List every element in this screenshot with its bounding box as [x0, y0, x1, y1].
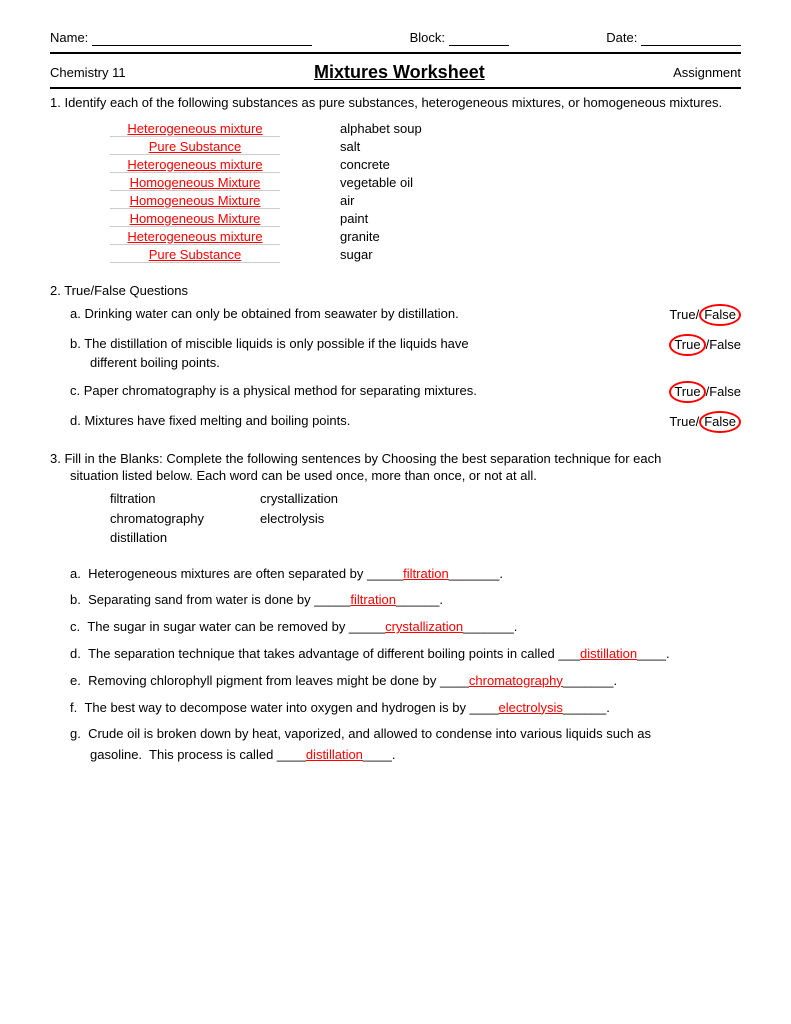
assignment-label: Assignment — [673, 65, 741, 80]
fill-question-row: e. Removing chlorophyll pigment from lea… — [70, 671, 741, 692]
header-top: Name: Block: Date: — [50, 30, 741, 46]
tf-question-text: a. Drinking water can only be obtained f… — [70, 304, 630, 324]
answer-blank: Pure Substance — [110, 139, 280, 155]
answer-blank: Homogeneous Mixture — [110, 175, 280, 191]
fill-answer: filtration — [403, 566, 449, 581]
answer-row: Pure Substance salt — [110, 139, 741, 155]
answer-blank: Pure Substance — [110, 247, 280, 263]
answer-row: Homogeneous Mixture vegetable oil — [110, 175, 741, 191]
answer-row: Pure Substance sugar — [110, 247, 741, 263]
fill-answer: distillation — [306, 747, 363, 762]
fill-question-row: f. The best way to decompose water into … — [70, 698, 741, 719]
substance-label: vegetable oil — [340, 175, 540, 190]
tf-section: a. Drinking water can only be obtained f… — [70, 304, 741, 434]
fill-blank-section: a. Heterogeneous mixtures are often sepa… — [70, 564, 741, 766]
date-label: Date: — [606, 30, 741, 46]
answer-row: Homogeneous Mixture air — [110, 193, 741, 209]
true-circled: True — [669, 381, 705, 403]
fill-answer: distillation — [580, 646, 637, 661]
name-label: Name: — [50, 30, 312, 46]
false-circled: False — [699, 411, 741, 433]
fill-answer: chromatography — [469, 673, 563, 688]
fill-answer: electrolysis — [499, 700, 563, 715]
tf-answer: True/False — [661, 381, 741, 403]
fill-question-row: g. Crude oil is broken down by heat, vap… — [70, 724, 741, 766]
answer-blank: Heterogeneous mixture — [110, 121, 280, 137]
section3-intro2: situation listed below. Each word can be… — [70, 468, 741, 483]
tf-question-text: b. The distillation of miscible liquids … — [70, 334, 630, 373]
fill-question-row: d. The separation technique that takes a… — [70, 644, 741, 665]
substance-label: alphabet soup — [340, 121, 540, 136]
tf-answer: True/False — [661, 304, 741, 326]
worksheet-title: Mixtures Worksheet — [126, 62, 673, 83]
answer-blank: Heterogeneous mixture — [110, 229, 280, 245]
course-label: Chemistry 11 — [50, 65, 126, 80]
tf-answer: True/False — [661, 334, 741, 356]
tf-question-row: b. The distillation of miscible liquids … — [70, 334, 741, 373]
section2: 2. True/False Questions a. Drinking wate… — [50, 283, 741, 434]
header-row: Chemistry 11 Mixtures Worksheet Assignme… — [50, 58, 741, 87]
word-bank: filtrationcrystallizationchromatographye… — [110, 491, 741, 550]
answer-blank: Homogeneous Mixture — [110, 193, 280, 209]
substance-label: concrete — [340, 157, 540, 172]
fill-question-row: a. Heterogeneous mixtures are often sepa… — [70, 564, 741, 585]
word-bank-item — [260, 530, 460, 550]
answer-blank: Homogeneous Mixture — [110, 211, 280, 227]
word-bank-item: crystallization — [260, 491, 460, 511]
section3-intro1: 3. Fill in the Blanks: Complete the foll… — [50, 451, 741, 466]
word-bank-item: electrolysis — [260, 511, 460, 531]
answer-row: Homogeneous Mixture paint — [110, 211, 741, 227]
true-circled: True — [669, 334, 705, 356]
fill-answer: filtration — [350, 592, 396, 607]
word-bank-item: filtration — [110, 491, 260, 511]
false-circled: False — [699, 304, 741, 326]
answer-row: Heterogeneous mixture concrete — [110, 157, 741, 173]
fill-question-row: c. The sugar in sugar water can be remov… — [70, 617, 741, 638]
word-bank-item: distillation — [110, 530, 260, 550]
substance-label: sugar — [340, 247, 540, 262]
section3: 3. Fill in the Blanks: Complete the foll… — [50, 451, 741, 766]
tf-question-row: d. Mixtures have fixed melting and boili… — [70, 411, 741, 433]
section1-question: 1. Identify each of the following substa… — [50, 93, 741, 113]
substance-label: salt — [340, 139, 540, 154]
substance-label: air — [340, 193, 540, 208]
word-bank-item: chromatography — [110, 511, 260, 531]
substance-label: granite — [340, 229, 540, 244]
answers-table: Heterogeneous mixture alphabet soup Pure… — [110, 121, 741, 265]
fill-answer: crystallization — [385, 619, 463, 634]
block-label: Block: — [410, 30, 509, 46]
tf-question-row: a. Drinking water can only be obtained f… — [70, 304, 741, 326]
substance-label: paint — [340, 211, 540, 226]
fill-question-row: b. Separating sand from water is done by… — [70, 590, 741, 611]
tf-answer: True/False — [661, 411, 741, 433]
tf-question-text: d. Mixtures have fixed melting and boili… — [70, 411, 630, 431]
answer-blank: Heterogeneous mixture — [110, 157, 280, 173]
answer-row: Heterogeneous mixture granite — [110, 229, 741, 245]
tf-question-row: c. Paper chromatography is a physical me… — [70, 381, 741, 403]
answer-row: Heterogeneous mixture alphabet soup — [110, 121, 741, 137]
section1: 1. Identify each of the following substa… — [50, 93, 741, 265]
section2-title: 2. True/False Questions — [50, 283, 741, 298]
tf-question-text: c. Paper chromatography is a physical me… — [70, 381, 630, 401]
